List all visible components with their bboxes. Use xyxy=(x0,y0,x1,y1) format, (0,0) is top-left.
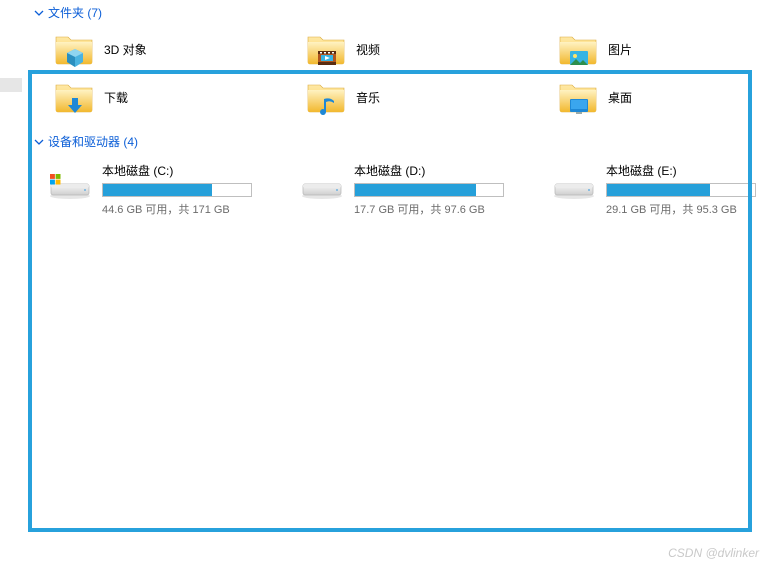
folder-item-music[interactable]: 音乐 xyxy=(302,73,554,121)
drive-subtext: 44.6 GB 可用，共 171 GB xyxy=(102,201,292,217)
drive-icon xyxy=(300,172,344,208)
drive-name: 本地磁盘 (C:) xyxy=(102,162,292,179)
drive-icon xyxy=(552,172,596,208)
folder-label: 下载 xyxy=(104,89,128,106)
desktop-icon xyxy=(558,79,598,115)
videos-icon xyxy=(306,31,346,67)
folders-section-label: 文件夹 (7) xyxy=(48,4,102,21)
pictures-icon xyxy=(558,31,598,67)
sidebar-stub xyxy=(0,78,22,92)
3dobjects-icon xyxy=(54,31,94,67)
music-icon xyxy=(306,79,346,115)
drive-usage-bar xyxy=(354,183,504,197)
drive-item-0[interactable]: 本地磁盘 (C:) 44.6 GB 可用，共 171 GB xyxy=(44,154,296,223)
drives-section-label: 设备和驱动器 (4) xyxy=(48,133,138,150)
drive-name: 本地磁盘 (D:) xyxy=(354,162,544,179)
drives-section-header[interactable]: 设备和驱动器 (4) xyxy=(0,121,769,154)
folder-item-pictures[interactable]: 图片 xyxy=(554,25,769,73)
downloads-icon xyxy=(54,79,94,115)
drive-subtext: 29.1 GB 可用，共 95.3 GB xyxy=(606,201,769,217)
folder-item-downloads[interactable]: 下载 xyxy=(50,73,302,121)
folder-item-desktop[interactable]: 桌面 xyxy=(554,73,769,121)
chevron-down-icon xyxy=(34,137,44,147)
folder-label: 视频 xyxy=(356,41,380,58)
folder-label: 图片 xyxy=(608,41,632,58)
drive-icon xyxy=(48,172,92,208)
folder-item-videos[interactable]: 视频 xyxy=(302,25,554,73)
chevron-down-icon xyxy=(34,8,44,18)
folders-section-header[interactable]: 文件夹 (7) xyxy=(0,0,769,25)
drive-usage-bar xyxy=(102,183,252,197)
drive-item-2[interactable]: 本地磁盘 (E:) 29.1 GB 可用，共 95.3 GB xyxy=(548,154,769,223)
drive-name: 本地磁盘 (E:) xyxy=(606,162,769,179)
folder-label: 3D 对象 xyxy=(104,41,147,58)
folder-item-3dobjects[interactable]: 3D 对象 xyxy=(50,25,302,73)
folder-label: 音乐 xyxy=(356,89,380,106)
watermark: CSDN @dvlinker xyxy=(668,546,759,560)
folder-label: 桌面 xyxy=(608,89,632,106)
drive-usage-bar xyxy=(606,183,756,197)
drive-item-1[interactable]: 本地磁盘 (D:) 17.7 GB 可用，共 97.6 GB xyxy=(296,154,548,223)
drive-subtext: 17.7 GB 可用，共 97.6 GB xyxy=(354,201,544,217)
